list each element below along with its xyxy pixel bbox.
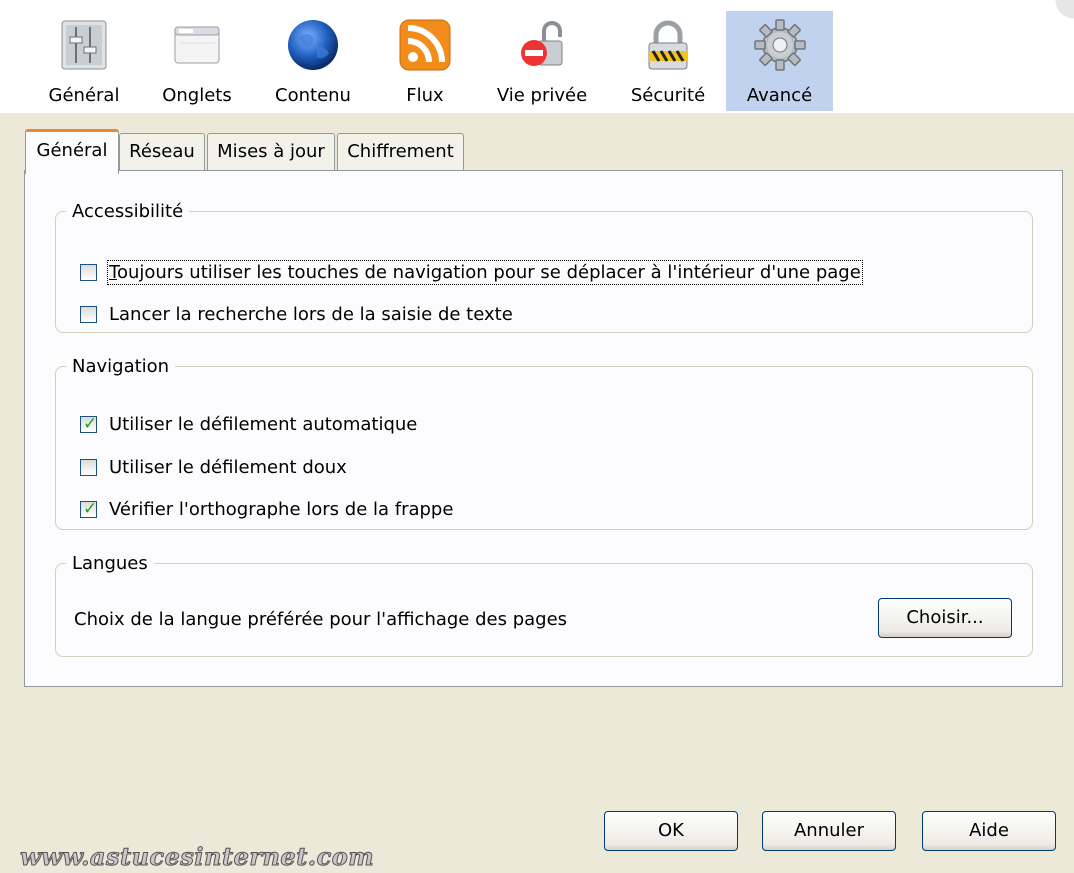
general-settings-icon [61, 20, 107, 70]
toolbar-general[interactable]: Général [38, 11, 130, 111]
option-autoscroll-label: Utiliser le défilement automatique [109, 413, 418, 435]
toolbar-general-label: Général [48, 85, 120, 106]
toolbar-feeds-label: Flux [406, 85, 444, 106]
option-caret-browsing-text: oujours utiliser les touches de navigati… [116, 261, 861, 283]
toolbar-advanced[interactable]: Avancé [726, 11, 833, 111]
option-autoscroll[interactable]: ✓ Utiliser le défilement automatique [80, 410, 417, 438]
checkmark-icon: ✓ [83, 413, 98, 434]
option-smooth-scroll[interactable]: Utiliser le défilement doux [80, 453, 347, 481]
preferences-toolbar: Général Onglets Contenu Flux Vie privée … [0, 0, 1074, 113]
tabs-window-icon [174, 26, 220, 64]
checkbox-smooth-scroll[interactable] [80, 458, 97, 476]
tab-panel-general: Accessibilité Toujours utiliser les touc… [24, 170, 1063, 687]
option-spellcheck[interactable]: ✓ Vérifier l'orthographe lors de la frap… [80, 495, 453, 523]
option-caret-browsing[interactable]: Toujours utiliser les touches de navigat… [80, 258, 863, 286]
checkbox-caret-browsing[interactable] [80, 263, 97, 281]
option-spellcheck-label: Vérifier l'orthographe lors de la frappe [109, 498, 454, 520]
toolbar-security[interactable]: Sécurité [620, 11, 716, 111]
choose-language-button[interactable]: Choisir... [878, 598, 1012, 638]
checkmark-icon: ✓ [83, 498, 98, 519]
toolbar-tabs-label: Onglets [162, 85, 232, 106]
option-smooth-scroll-label: Utiliser le défilement doux [109, 456, 347, 478]
languages-title: Langues [72, 553, 148, 574]
ok-button[interactable]: OK [604, 811, 738, 851]
navigation-group: Navigation ✓ Utiliser le défilement auto… [55, 356, 1033, 530]
toolbar-feeds[interactable]: Flux [384, 11, 466, 111]
tab-general[interactable]: Général [25, 129, 119, 174]
accessibility-title: Accessibilité [72, 201, 184, 222]
toolbar-privacy[interactable]: Vie privée [489, 11, 595, 111]
checkbox-autoscroll[interactable]: ✓ [80, 413, 98, 434]
privacy-icon [521, 21, 563, 66]
tab-network[interactable]: Réseau [119, 133, 205, 170]
option-caret-browsing-label: Toujours utiliser les touches de navigat… [107, 259, 863, 285]
gear-icon [753, 19, 806, 71]
help-button[interactable]: Aide [922, 811, 1056, 851]
globe-content-icon [288, 20, 338, 70]
padlock-icon [648, 20, 688, 70]
cancel-button[interactable]: Annuler [762, 811, 896, 851]
toolbar-tabs[interactable]: Onglets [152, 11, 242, 111]
option-search-typing-label: Lancer la recherche lors de la saisie de… [109, 303, 513, 325]
checkbox-spellcheck[interactable]: ✓ [80, 498, 98, 519]
tab-encryption[interactable]: Chiffrement [337, 133, 464, 170]
toolbar-content-label: Contenu [275, 85, 351, 106]
watermark: www.astucesinternet.com [19, 842, 375, 872]
option-search-typing[interactable]: Lancer la recherche lors de la saisie de… [80, 300, 513, 328]
toolbar-privacy-label: Vie privée [496, 85, 588, 106]
accessibility-group: Accessibilité Toujours utiliser les touc… [55, 201, 1033, 333]
languages-group: Langues Choix de la langue préférée pour… [55, 553, 1033, 657]
languages-description: Choix de la langue préférée pour l'affic… [74, 608, 568, 630]
checkbox-search-typing[interactable] [80, 305, 97, 323]
corner-decoration [1034, 0, 1074, 20]
toolbar-security-label: Sécurité [630, 85, 706, 106]
toolbar-advanced-label: Avancé [746, 85, 813, 106]
toolbar-content[interactable]: Contenu [265, 11, 361, 111]
rss-feed-icon [399, 19, 451, 71]
navigation-title: Navigation [72, 356, 170, 377]
tab-updates[interactable]: Mises à jour [207, 133, 335, 170]
